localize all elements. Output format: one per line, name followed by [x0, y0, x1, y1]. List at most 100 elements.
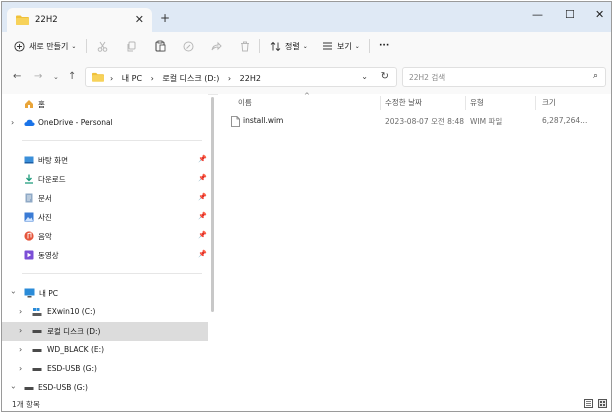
chevron-right-icon[interactable]: › — [19, 307, 22, 316]
cloud-icon — [24, 119, 35, 126]
column-divider[interactable] — [535, 96, 536, 110]
desktop-icon — [24, 156, 34, 164]
nav-item-home[interactable]: 홈 — [2, 95, 208, 114]
new-button[interactable]: 새로 만들기 ⌄ — [14, 38, 76, 54]
navigation-scrollbar[interactable] — [211, 97, 214, 312]
column-header-modified[interactable]: 수정한 날짜 — [385, 97, 422, 108]
tiles-view-button[interactable] — [598, 399, 607, 408]
column-header-type[interactable]: 유형 — [470, 97, 484, 108]
nav-item-music[interactable]: 음악 📌 — [2, 227, 208, 246]
search-box[interactable]: ⌕ — [402, 67, 606, 87]
sort-button[interactable]: 정렬 ⌄ — [270, 38, 308, 54]
address-bar[interactable]: › 내 PC › 로컬 디스크 (D:) › 22H2 ⌄ ↻ — [85, 67, 397, 87]
status-bar: 1개 항목 — [2, 396, 611, 411]
nav-item-drive-c[interactable]: › EXwin10 (C:) — [2, 303, 208, 322]
pin-icon[interactable]: 📌 — [198, 155, 207, 163]
view-button[interactable]: 보기 ⌄ — [322, 38, 360, 54]
breadcrumb-22h2[interactable]: 22H2 — [240, 74, 261, 83]
nav-item-videos[interactable]: 동영상 📌 — [2, 246, 208, 265]
column-divider[interactable] — [465, 96, 466, 110]
explorer-window: 22H2 ✕ + — ☐ ✕ 새로 만들기 ⌄ 정렬 ⌄ 보기 ⌄ ··· ← … — [1, 1, 612, 412]
nav-item-desktop[interactable]: 바탕 화면 📌 — [2, 151, 208, 170]
pin-icon[interactable]: 📌 — [198, 174, 207, 182]
nav-item-documents[interactable]: 문서 📌 — [2, 189, 208, 208]
back-button[interactable]: ← — [13, 71, 21, 82]
tab-close-icon[interactable]: ✕ — [135, 13, 144, 26]
column-divider[interactable] — [380, 96, 381, 110]
breadcrumb-local-disk-d[interactable]: 로컬 디스크 (D:) — [162, 74, 219, 83]
forward-button[interactable]: → — [34, 71, 42, 82]
cut-button[interactable] — [97, 38, 108, 54]
chevron-right-icon[interactable]: › — [11, 118, 14, 127]
details-view-button[interactable] — [584, 399, 593, 408]
drive-icon — [32, 330, 42, 333]
delete-button[interactable] — [240, 38, 250, 54]
nav-item-label: WD_BLACK (E:) — [47, 345, 105, 354]
chevron-right-icon[interactable]: › — [19, 345, 22, 354]
chevron-right-icon[interactable]: › — [19, 326, 22, 335]
column-header-size[interactable]: 크기 — [542, 97, 556, 108]
more-icon: ··· — [379, 41, 390, 51]
nav-item-label: 다운로드 — [38, 175, 66, 184]
close-window-button[interactable]: ✕ — [595, 8, 604, 21]
pin-icon[interactable]: 📌 — [198, 250, 207, 258]
share-button[interactable] — [211, 38, 222, 54]
nav-item-drive-g[interactable]: › ESD-USB (G:) — [2, 360, 208, 379]
search-input[interactable] — [409, 71, 579, 83]
nav-item-pictures[interactable]: 사진 📌 — [2, 208, 208, 227]
breadcrumb-this-pc[interactable]: 내 PC — [122, 74, 142, 83]
view-icon — [323, 42, 332, 50]
address-dropdown-icon[interactable]: ⌄ — [361, 72, 368, 81]
sort-ascending-icon: ^ — [304, 92, 310, 100]
pin-icon[interactable]: 📌 — [198, 212, 207, 220]
new-tab-button[interactable]: + — [160, 11, 170, 25]
chevron-right-icon[interactable]: › — [19, 364, 22, 373]
chevron-down-icon[interactable]: › — [9, 291, 18, 294]
column-header-name[interactable]: 이름 — [238, 97, 252, 108]
details-view-icon — [586, 401, 591, 406]
tab-title: 22H2 — [35, 15, 58, 25]
nav-item-this-pc[interactable]: › 내 PC — [2, 284, 208, 303]
nav-item-label: 홈 — [38, 100, 45, 109]
nav-item-drive-d[interactable]: › 로컬 디스크 (D:) — [2, 322, 208, 341]
up-button[interactable]: ↑ — [68, 71, 76, 82]
rename-button[interactable] — [183, 38, 194, 54]
file-row[interactable]: install.wim 2023-08-07 오전 8:48 WIM 파일 6,… — [226, 114, 608, 130]
tab-22h2[interactable]: 22H2 ✕ — [7, 8, 152, 32]
search-icon[interactable]: ⌕ — [593, 71, 598, 81]
computer-icon — [24, 288, 35, 298]
pin-icon[interactable]: 📌 — [198, 231, 207, 239]
copy-button[interactable] — [126, 38, 137, 54]
share-icon — [211, 41, 222, 50]
drive-icon — [32, 349, 42, 352]
sort-button-label: 정렬 — [285, 41, 300, 51]
recent-locations-chevron-icon[interactable]: ⌄ — [53, 73, 59, 81]
title-bar: 22H2 ✕ + — ☐ ✕ — [2, 2, 611, 32]
file-name[interactable]: install.wim — [243, 116, 283, 125]
system-drive-icon — [32, 308, 42, 316]
file-size: 6,287,264... — [542, 116, 588, 125]
view-button-label: 보기 — [337, 41, 352, 51]
copy-icon — [127, 41, 136, 51]
pin-icon[interactable]: 📌 — [198, 193, 207, 201]
more-options-button[interactable]: ··· — [379, 38, 389, 54]
minimize-button[interactable]: — — [532, 8, 543, 21]
sort-icon — [270, 41, 281, 51]
toolbar-divider — [369, 39, 370, 53]
tiles-view-icon — [600, 401, 605, 406]
paste-icon — [155, 40, 166, 52]
nav-item-downloads[interactable]: 다운로드 📌 — [2, 170, 208, 189]
file-modified: 2023-08-07 오전 8:48 — [385, 117, 464, 126]
nav-item-drive-e[interactable]: › WD_BLACK (E:) — [2, 341, 208, 360]
refresh-icon[interactable]: ↻ — [381, 71, 389, 82]
cut-icon — [97, 41, 108, 52]
breadcrumb: › 내 PC › 로컬 디스크 (D:) › 22H2 — [110, 73, 261, 84]
maximize-button[interactable]: ☐ — [565, 8, 575, 21]
rename-icon — [183, 41, 194, 51]
paste-button[interactable] — [155, 38, 166, 54]
chevron-down-icon[interactable]: › — [9, 386, 18, 389]
nav-divider — [22, 273, 202, 274]
file-icon — [231, 116, 240, 127]
nav-item-onedrive[interactable]: › OneDrive - Personal — [2, 114, 208, 133]
folder-icon — [16, 15, 29, 25]
